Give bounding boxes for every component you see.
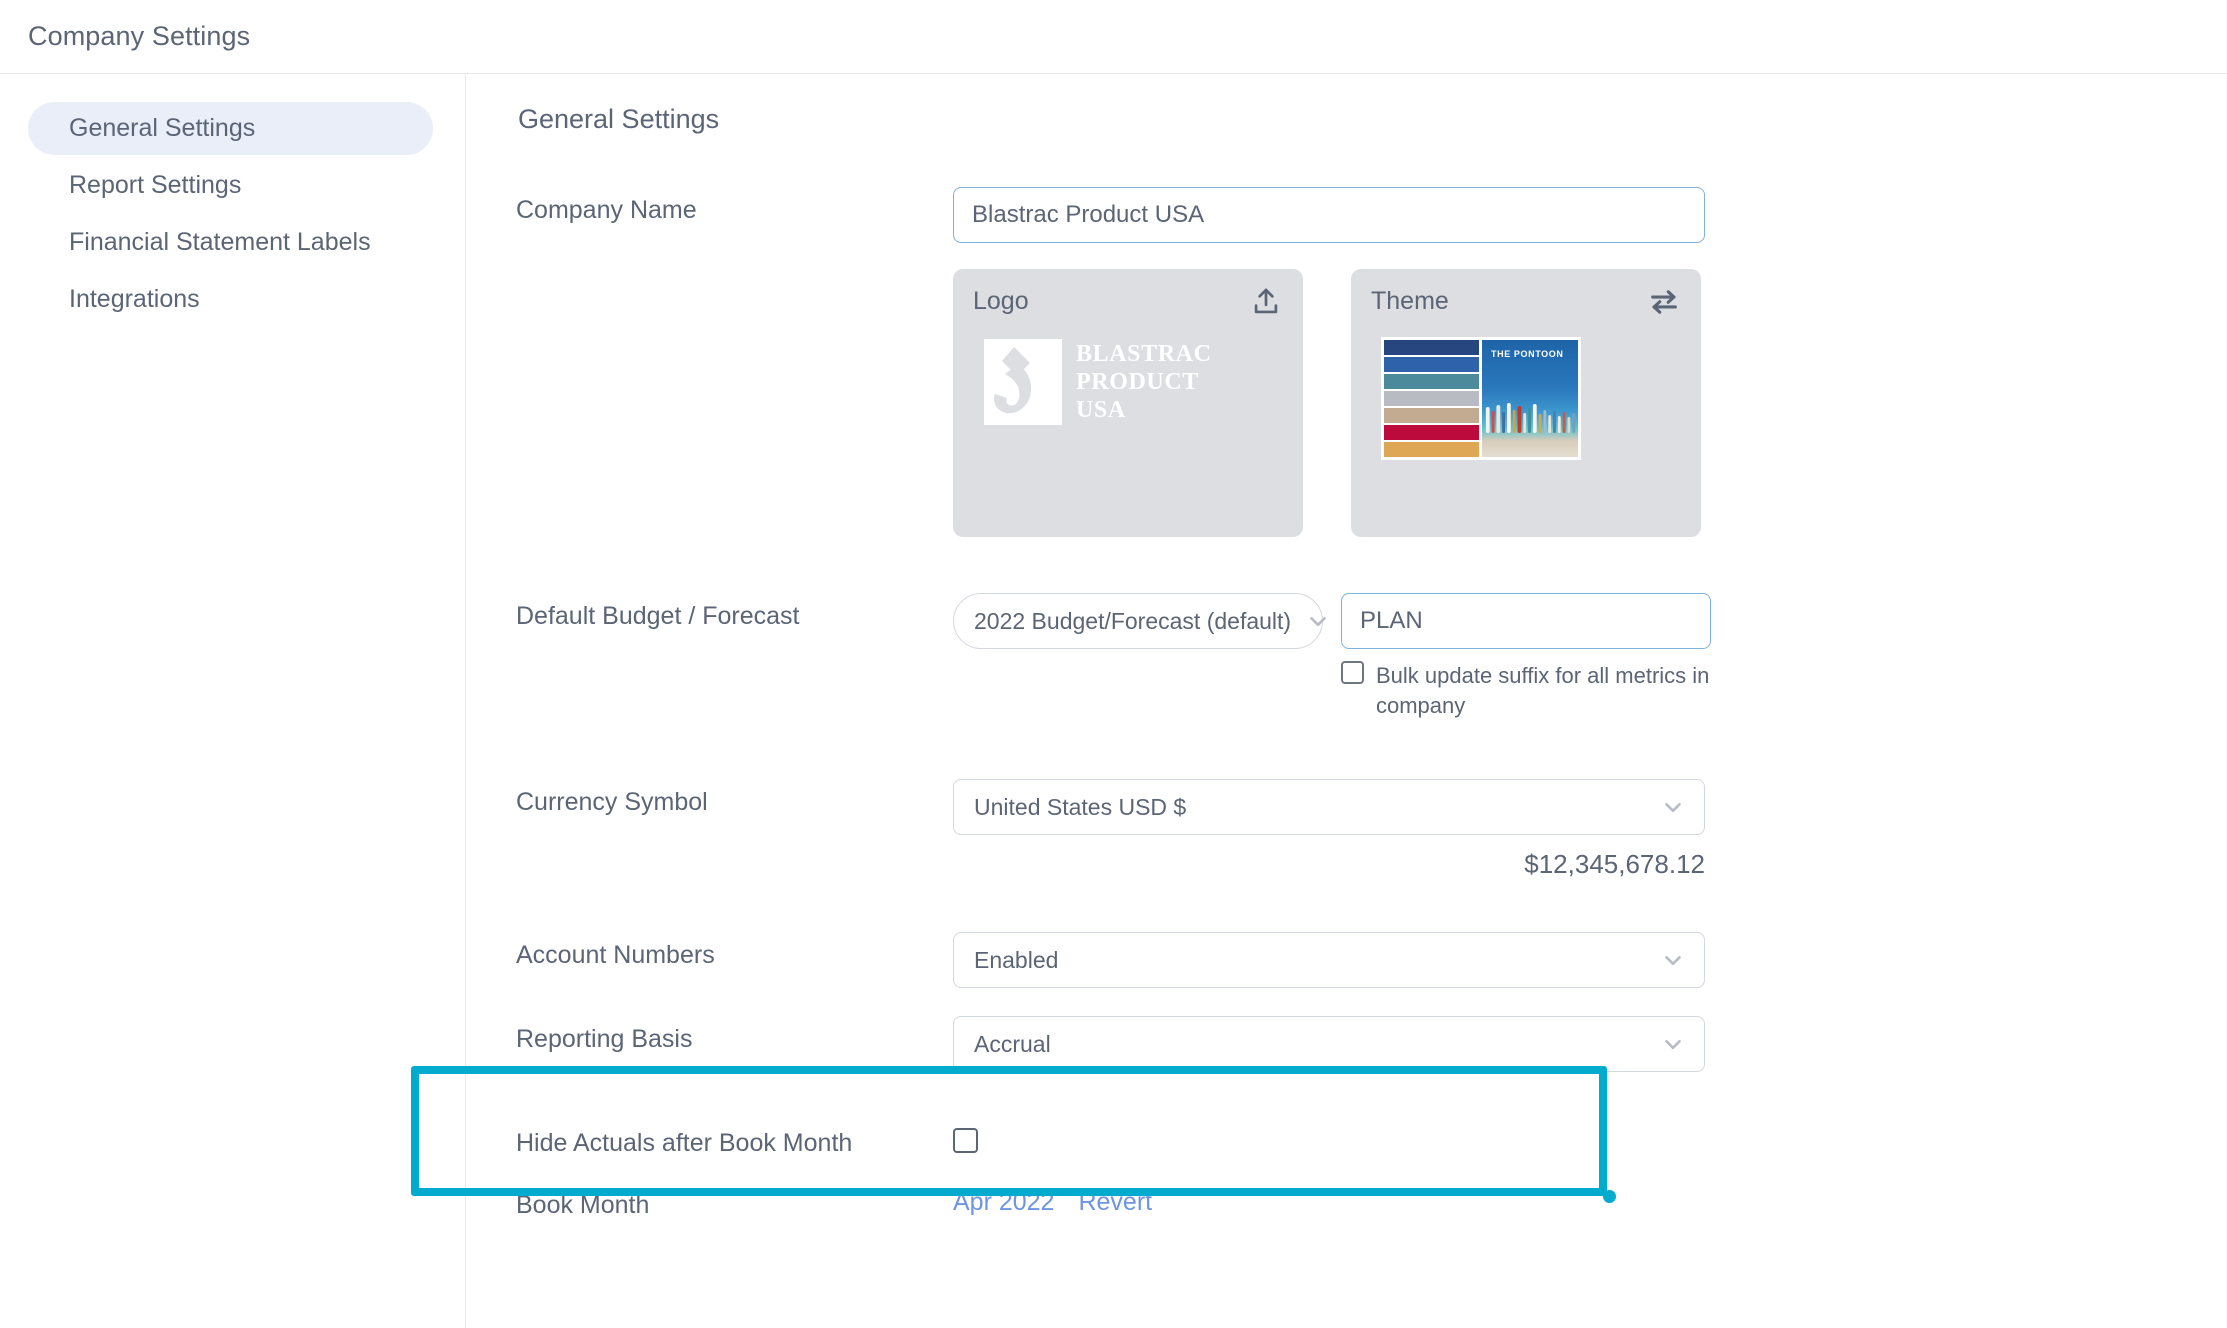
theme-card: Theme THE PONTOON — [1351, 269, 1701, 537]
theme-swatch — [1384, 357, 1479, 372]
hide-actuals-checkbox[interactable] — [953, 1128, 978, 1153]
account-numbers-value: Enabled — [974, 946, 1059, 973]
logo-image: BLASTRAC PRODUCT USA — [984, 339, 1264, 425]
default-budget-label: Default Budget / Forecast — [516, 602, 800, 630]
theme-thumbnail-image: THE PONTOON — [1482, 340, 1578, 457]
company-name-control — [953, 187, 1705, 243]
account-numbers-select[interactable]: Enabled — [953, 932, 1705, 988]
hide-actuals-label: Hide Actuals after Book Month — [516, 1129, 853, 1157]
default-budget-row: Default Budget / Forecast 2022 Budget/Fo… — [516, 593, 2227, 721]
branding-control: Logo BLASTRAC PRODUCT USA Theme THE PONT… — [953, 243, 1701, 537]
branding-cards: Logo BLASTRAC PRODUCT USA Theme THE PONT… — [953, 269, 1701, 537]
page-body: General Settings Report Settings Financi… — [0, 74, 2227, 1327]
budget-suffix-input[interactable] — [1341, 593, 1711, 649]
reporting-basis-control: Accrual — [953, 1016, 1705, 1072]
reporting-basis-select[interactable]: Accrual — [953, 1016, 1705, 1072]
currency-symbol-value: United States USD $ — [974, 793, 1187, 820]
company-name-input[interactable] — [953, 187, 1705, 243]
currency-sample-value: $12,345,678.12 — [1524, 849, 1705, 879]
default-budget-select[interactable]: 2022 Budget/Forecast (default) — [953, 593, 1326, 649]
sidebar-item-financial-statement-labels[interactable]: Financial Statement Labels — [28, 216, 433, 269]
book-month-row: Book Month Apr 2022 Revert — [516, 1182, 2227, 1220]
surfboards-illustration — [1485, 403, 1576, 433]
reporting-basis-row: Reporting Basis Accrual — [516, 1016, 2227, 1072]
page-title: Company Settings — [28, 21, 251, 51]
chevron-down-icon — [1660, 794, 1686, 820]
budget-suffix-group: Bulk update suffix for all metrics in co… — [1341, 593, 1711, 721]
branding-row: Logo BLASTRAC PRODUCT USA Theme THE PONT… — [516, 243, 2227, 537]
theme-swatch — [1384, 340, 1479, 355]
highlight-annotation-handle — [1603, 1190, 1616, 1203]
book-month-revert-link[interactable]: Revert — [1078, 1188, 1152, 1217]
chevron-down-icon — [1305, 608, 1331, 634]
theme-swatch — [1384, 425, 1479, 440]
sidebar-item-label: Report Settings — [69, 171, 242, 199]
account-numbers-control: Enabled — [953, 932, 1705, 988]
book-month-label: Book Month — [516, 1191, 650, 1219]
logo-word-line-3: USA — [1076, 397, 1126, 423]
default-budget-control: 2022 Budget/Forecast (default) Bulk upda… — [953, 593, 1711, 721]
sidebar-item-label: Integrations — [69, 285, 200, 313]
chevron-down-icon — [1660, 1031, 1686, 1057]
theme-swatch — [1384, 408, 1479, 423]
reporting-basis-label: Reporting Basis — [516, 1025, 693, 1053]
theme-swatch — [1384, 391, 1479, 406]
book-month-value-link[interactable]: Apr 2022 — [953, 1188, 1054, 1217]
reporting-basis-value: Accrual — [974, 1030, 1051, 1057]
chevron-down-icon — [1660, 947, 1686, 973]
settings-sidebar: General Settings Report Settings Financi… — [0, 74, 466, 1327]
currency-symbol-row: Currency Symbol United States USD $ $12,… — [516, 779, 2227, 880]
sidebar-item-integrations[interactable]: Integrations — [28, 273, 433, 326]
account-numbers-row: Account Numbers Enabled — [516, 932, 2227, 988]
upload-icon[interactable] — [1249, 285, 1283, 319]
theme-preview[interactable]: THE PONTOON — [1381, 337, 1581, 460]
sidebar-item-label: General Settings — [69, 114, 256, 142]
section-title: General Settings — [518, 104, 720, 134]
default-budget-select-value: 2022 Budget/Forecast (default) — [974, 607, 1292, 634]
currency-symbol-select[interactable]: United States USD $ — [953, 779, 1705, 835]
account-numbers-label: Account Numbers — [516, 941, 715, 969]
currency-symbol-control: United States USD $ $12,345,678.12 — [953, 779, 1705, 880]
company-name-label: Company Name — [516, 196, 697, 224]
theme-swatch — [1384, 374, 1479, 389]
app-header: Company Settings — [0, 0, 2227, 74]
blastrac-logo-mark — [984, 339, 1062, 425]
theme-swatch-list — [1384, 340, 1479, 457]
logo-word-line-1: BLASTRAC — [1076, 341, 1212, 367]
swap-horizontal-icon[interactable] — [1647, 285, 1681, 319]
company-name-row: Company Name — [516, 187, 2227, 243]
bulk-update-suffix-checkbox[interactable] — [1341, 661, 1364, 684]
logo-card: Logo BLASTRAC PRODUCT USA — [953, 269, 1303, 537]
logo-word-line-2: PRODUCT — [1076, 369, 1199, 395]
book-month-control: Apr 2022 Revert — [953, 1182, 1152, 1217]
hide-actuals-control — [953, 1120, 978, 1158]
settings-main-panel: General Settings Company Name Logo — [411, 74, 2227, 1327]
bulk-update-suffix-label: Bulk update suffix for all metrics in co… — [1376, 663, 1710, 718]
currency-symbol-label: Currency Symbol — [516, 788, 708, 816]
sidebar-item-report-settings[interactable]: Report Settings — [28, 159, 433, 212]
sidebar-item-label: Financial Statement Labels — [69, 228, 371, 256]
theme-thumbnail-label: THE PONTOON — [1491, 349, 1564, 359]
sidebar-item-general-settings[interactable]: General Settings — [28, 102, 433, 155]
branding-spacer-label — [516, 243, 953, 252]
theme-card-title: Theme — [1371, 287, 1449, 315]
logo-wordmark: BLASTRAC PRODUCT USA — [1062, 339, 1264, 425]
hide-actuals-row: Hide Actuals after Book Month — [516, 1120, 2227, 1158]
logo-card-title: Logo — [973, 287, 1029, 315]
bulk-update-suffix-row[interactable]: Bulk update suffix for all metrics in co… — [1341, 661, 1711, 721]
theme-swatch — [1384, 442, 1479, 457]
